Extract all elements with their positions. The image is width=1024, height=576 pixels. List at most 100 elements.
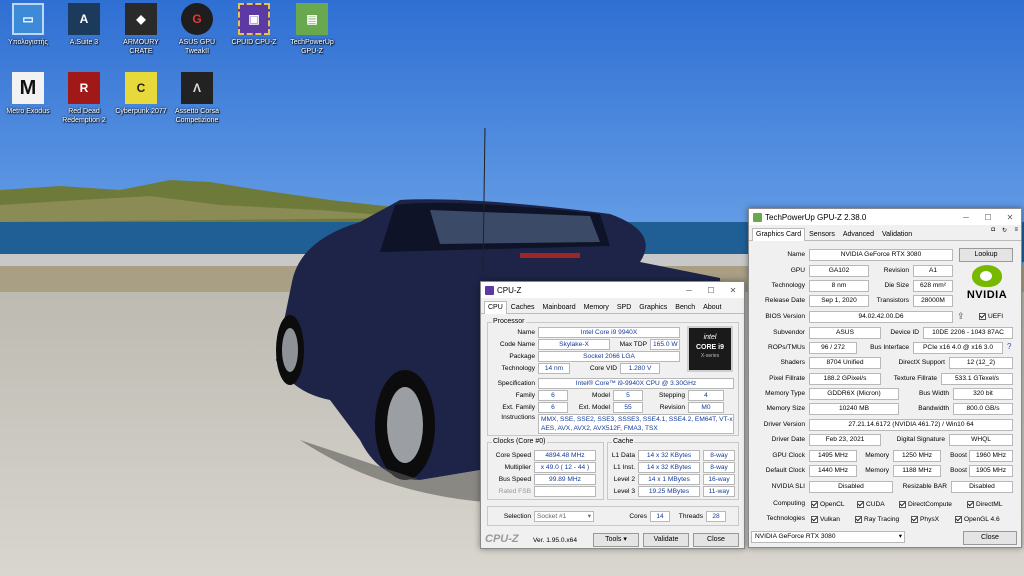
desktop-icon-gpu-tweak[interactable]: G ASUS GPU TweakII [169,3,225,56]
clocks-group: Clocks (Core #0) Core Speed 4894.48 MHz M… [487,438,604,500]
memory-clock: 1250 MHz [893,450,941,462]
driver-date: Feb 23, 2021 [809,434,881,446]
gpuz-close-button[interactable]: Close [963,531,1017,545]
cpu-stepping: 4 [688,390,724,401]
cpu-ext-model: 55 [613,402,643,413]
tab-mainboard[interactable]: Mainboard [539,301,580,313]
tab-cpu[interactable]: CPU [484,301,507,314]
ray-tracing-checkbox: Ray Tracing [855,516,899,523]
bus-width: 320 bit [953,388,1013,400]
cpuz-tabs: CPU Caches Mainboard Memory SPD Graphics… [481,298,744,314]
physx-checkbox: PhysX [911,516,939,523]
desktop-icon-armoury-crate[interactable]: ◆ ARMOURY CRATE [113,3,169,56]
texture-fillrate: 533.1 GTexel/s [941,373,1013,385]
cores-count: 14 [650,511,670,522]
tab-validation[interactable]: Validation [878,228,916,240]
cpu-core-vid: 1.280 V [620,363,660,374]
bus-interface: PCIe x16 4.0 @ x16 3.0 [913,342,1003,354]
gpu-revision: A1 [913,265,953,277]
cpuz-close-button[interactable]: Close [693,533,739,547]
cpu-name: Intel Core i9 9940X [538,327,680,338]
directcompute-checkbox: DirectCompute [899,501,952,508]
resizable-bar: Disabled [951,481,1013,493]
tab-memory[interactable]: Memory [580,301,613,313]
tab-bench[interactable]: Bench [671,301,699,313]
gpu-transistors: 28000M [913,295,953,307]
validate-button[interactable]: Validate [643,533,689,547]
level-3: 19.25 MBytes [638,486,700,497]
gpu-technology: 8 nm [809,280,869,292]
device-id: 10DE 2206 - 1043 87AC [923,327,1013,339]
close-icon[interactable]: ✕ [722,286,744,295]
rated-fsb [534,486,596,497]
gpu-name: NVIDIA GeForce RTX 3080 [809,249,953,261]
intel-core-i9-logo: intel CORE i9 X-series [687,326,733,372]
vulkan-checkbox: Vulkan [811,516,840,523]
desktop-icon-cyberpunk[interactable]: C Cyberpunk 2077 [113,72,169,116]
gpuz-window: TechPowerUp GPU-Z 2.38.0 ─ ☐ ✕ Graphics … [748,208,1022,548]
desktop-icon-asuite[interactable]: A A.Suite 3 [56,3,112,47]
tab-caches[interactable]: Caches [507,301,539,313]
desktop-icon-computer[interactable]: ▭ Υπολογιστής [0,3,56,47]
minimize-icon[interactable]: ─ [955,213,977,222]
socket-select[interactable]: Socket #1 ▾ [534,511,594,522]
multiplier: x 49.0 ( 12 - 44 ) [534,462,596,473]
bandwidth: 800.0 GB/s [953,403,1013,415]
close-icon[interactable]: ✕ [999,213,1021,222]
tab-graphics-card[interactable]: Graphics Card [752,228,806,241]
tab-spd[interactable]: SPD [613,301,635,313]
tab-graphics[interactable]: Graphics [635,301,671,313]
tab-sensors[interactable]: Sensors [805,228,839,240]
gpuz-title: TechPowerUp GPU-Z 2.38.0 [765,212,867,222]
core-speed: 4894.48 MHz [534,450,596,461]
tools-button[interactable]: Tools ▾ [593,533,639,547]
camera-icon[interactable]: ◘ [991,227,995,233]
directx-support: 12 (12_2) [949,357,1013,369]
bus-speed: 99.89 MHz [534,474,596,485]
chevron-down-icon: ▾ [898,533,902,540]
desktop-icon-cpuz[interactable]: ▣ CPUID CPU-Z [226,3,282,47]
directml-checkbox: DirectML [967,501,1002,508]
share-icon[interactable]: ⇪ [957,311,965,322]
cpuz-app-icon [485,285,494,295]
cpu-ext-family: 6 [538,402,568,413]
processor-group: Processor Name Intel Core i9 9940X Code N… [487,318,739,436]
memory-type: GDDR6X (Micron) [809,388,899,400]
cpu-technology: 14 nm [538,363,570,374]
memory-size: 10240 MB [809,403,899,415]
menu-icon[interactable]: ≡ [1014,227,1018,233]
gpuz-titlebar[interactable]: TechPowerUp GPU-Z 2.38.0 ─ ☐ ✕ [749,209,1021,225]
default-boost-clock: 1905 MHz [969,465,1013,477]
desktop-icon-metro-exodus[interactable]: M Metro Exodus [0,72,56,116]
gpu-die-size: 628 mm² [913,280,953,292]
desktop-icon-acc[interactable]: Λ Assetto Corsa Competizione [169,72,225,125]
desktop-icon-gpuz[interactable]: ▤ TechPowerUp GPU-Z [284,3,340,56]
opengl-checkbox: OpenGL 4.6 [955,516,1000,523]
boost-clock: 1960 MHz [969,450,1013,462]
cache-group: Cache L1 Data 14 x 32 KBytes 8-way L1 Inst… [607,438,739,500]
bios-version: 94.02.42.00.D6 [809,311,953,323]
lookup-button[interactable]: Lookup [959,248,1013,262]
cpuz-titlebar[interactable]: CPU-Z ─ ☐ ✕ [481,282,744,298]
cpu-family: 6 [538,390,568,401]
help-icon[interactable]: ? [1007,342,1011,351]
maximize-icon[interactable]: ☐ [700,286,722,295]
tab-about[interactable]: About [699,301,725,313]
minimize-icon[interactable]: ─ [678,286,700,295]
cpuz-window: CPU-Z ─ ☐ ✕ CPU Caches Mainboard Memory … [480,281,745,549]
rdr2-icon: R [68,72,100,104]
acc-icon: Λ [181,72,213,104]
asuite-icon: A [68,3,100,35]
l1-inst: 14 x 32 KBytes [638,462,700,473]
refresh-icon[interactable]: ↻ [1002,227,1007,234]
computer-icon: ▭ [12,3,44,35]
gpu-clock: 1495 MHz [809,450,857,462]
tab-advanced[interactable]: Advanced [839,228,878,240]
gpu-release-date: Sep 1, 2020 [809,295,869,307]
gpu-select[interactable]: NVIDIA GeForce RTX 3080 ▾ [751,531,905,543]
desktop-icon-rdr2[interactable]: R Red Dead Redemption 2 [56,72,112,125]
maximize-icon[interactable]: ☐ [977,213,999,222]
pixel-fillrate: 188.2 GPixel/s [809,373,881,385]
nvidia-logo: NVIDIA [959,265,1015,307]
chevron-down-icon: ▾ [587,513,591,520]
